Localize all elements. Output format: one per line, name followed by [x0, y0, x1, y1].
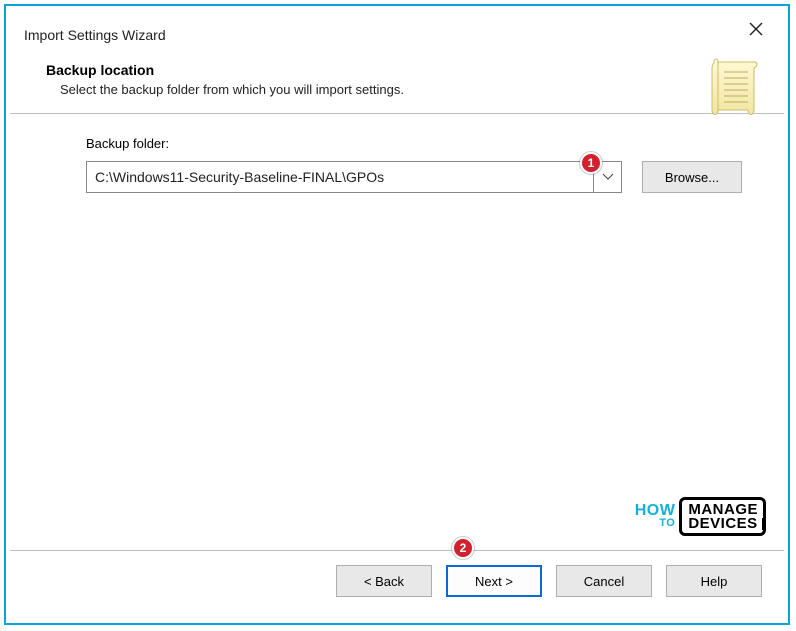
watermark-box: MANAGE DEVICES: [679, 497, 766, 537]
backup-folder-combobox[interactable]: [86, 161, 622, 193]
window-title: Import Settings Wizard: [24, 27, 166, 43]
watermark-cursor-icon: [762, 518, 765, 530]
annotation-marker-2: 2: [452, 537, 474, 559]
backup-folder-input[interactable]: [87, 162, 593, 192]
backup-folder-label: Backup folder:: [86, 136, 760, 151]
page-heading: Backup location: [46, 62, 760, 78]
window-frame: Import Settings Wizard Backup location S…: [4, 4, 790, 625]
browse-button[interactable]: Browse...: [642, 161, 742, 193]
watermark-how: HOW TO: [635, 504, 676, 528]
document-scroll-icon: [706, 56, 762, 120]
cancel-button[interactable]: Cancel: [556, 565, 652, 597]
annotation-marker-1: 1: [580, 152, 602, 174]
page-subtext: Select the backup folder from which you …: [60, 82, 760, 97]
wizard-content: Backup folder: Browse... 1 HOW TO MANAGE: [10, 114, 784, 551]
watermark: HOW TO MANAGE DEVICES: [635, 497, 766, 537]
window-inner: Import Settings Wizard Backup location S…: [10, 10, 784, 619]
watermark-line2: DEVICES: [688, 517, 758, 531]
help-button[interactable]: Help: [666, 565, 762, 597]
titlebar: Import Settings Wizard: [10, 10, 784, 50]
wizard-header: Backup location Select the backup folder…: [10, 50, 784, 114]
wizard-footer: 2 < Back Next > Cancel Help: [10, 551, 784, 619]
folder-row: Browse...: [86, 161, 760, 193]
next-button[interactable]: Next >: [446, 565, 542, 597]
close-icon[interactable]: [742, 21, 770, 49]
back-button[interactable]: < Back: [336, 565, 432, 597]
watermark-to-text: TO: [635, 519, 676, 529]
